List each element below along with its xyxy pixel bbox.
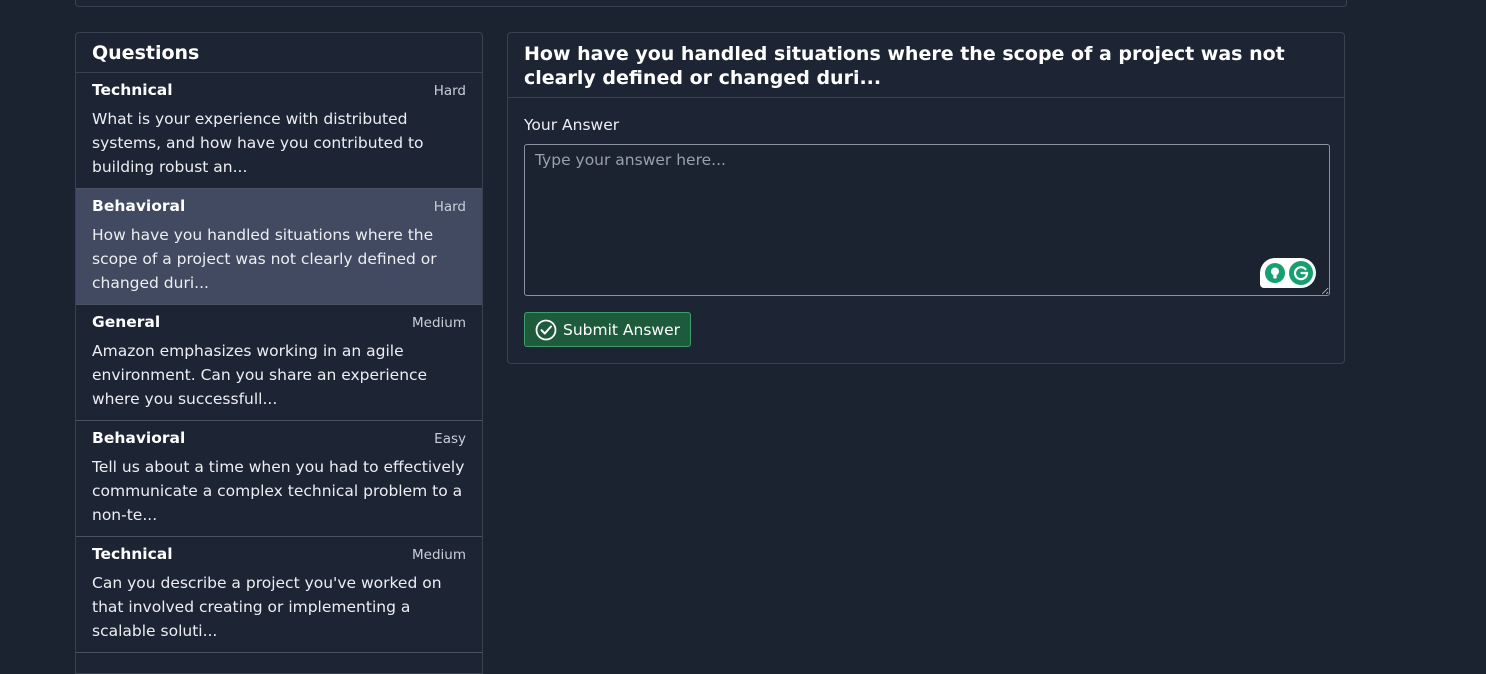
check-circle-icon xyxy=(535,319,557,340)
top-card-edge xyxy=(75,0,1347,7)
questions-panel-title: Questions xyxy=(76,33,482,73)
question-item-header: Technical Medium xyxy=(92,545,466,567)
question-difficulty: Easy xyxy=(434,431,466,447)
answer-form: Your Answer Submit Ans xyxy=(508,98,1344,347)
question-difficulty: Hard xyxy=(433,83,466,99)
question-category: Technical xyxy=(92,545,173,563)
question-item[interactable]: Technical Medium Can you describe a projec… xyxy=(76,537,482,653)
question-difficulty: Medium xyxy=(412,547,466,563)
question-text: Amazon emphasizes working in an agile en… xyxy=(92,342,428,408)
answer-input-wrapper xyxy=(524,144,1330,296)
submit-answer-button[interactable]: Submit Answer xyxy=(524,312,691,347)
grammarly-widget[interactable] xyxy=(1260,258,1316,288)
question-text: Can you describe a project you've worked… xyxy=(92,574,442,640)
question-item[interactable]: Technical Hard What is your experience wit… xyxy=(76,73,482,189)
answer-label: Your Answer xyxy=(524,116,620,134)
question-category: Behavioral xyxy=(92,429,186,447)
answer-textarea[interactable] xyxy=(524,144,1330,296)
question-item[interactable]: General Medium Amazon emphasizes working i… xyxy=(76,305,482,421)
question-item-header: Technical Hard xyxy=(92,81,466,103)
question-category: Technical xyxy=(92,81,173,99)
question-category: General xyxy=(92,313,161,331)
question-item[interactable]: Behavioral Easy Tell us about a time when … xyxy=(76,421,482,537)
questions-panel: Questions Technical Hard What is your expe… xyxy=(75,32,483,674)
question-difficulty: Hard xyxy=(433,199,466,215)
submit-answer-label: Submit Answer xyxy=(563,320,680,339)
question-item-header: General Medium xyxy=(92,313,466,335)
question-category: Behavioral xyxy=(92,197,186,215)
question-text: What is your experience with distributed… xyxy=(92,110,424,176)
selected-question-title: How have you handled situations where th… xyxy=(508,33,1344,98)
question-item-header: Behavioral Hard xyxy=(92,197,466,219)
question-text: How have you handled situations where th… xyxy=(92,226,437,292)
question-list: Technical Hard What is your experience wit… xyxy=(76,73,482,653)
answer-panel: How have you handled situations where th… xyxy=(507,32,1345,364)
lightbulb-icon[interactable] xyxy=(1265,263,1285,283)
question-difficulty: Medium xyxy=(412,315,466,331)
grammarly-g-icon[interactable] xyxy=(1289,261,1313,285)
question-item-header: Behavioral Easy xyxy=(92,429,466,451)
question-text: Tell us about a time when you had to eff… xyxy=(92,458,465,524)
question-item[interactable]: Behavioral Hard How have you handled situa… xyxy=(76,189,482,305)
